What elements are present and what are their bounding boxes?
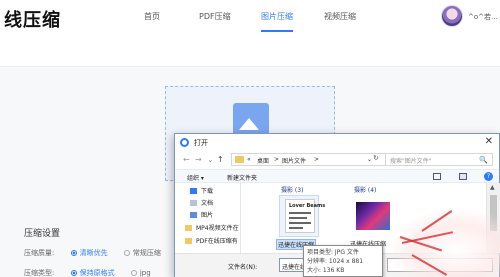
breadcrumb-overflow[interactable]: «: [247, 156, 251, 163]
search-placeholder: 搜索"图片文件": [390, 158, 432, 165]
radio-icon[interactable]: [70, 250, 77, 256]
organize-menu[interactable]: 组织 ▾: [187, 173, 204, 182]
type-option-jpg[interactable]: jpg: [130, 269, 151, 277]
nav-pdf-compress[interactable]: PDF压缩: [199, 11, 231, 22]
search-icon[interactable]: 🔍: [479, 156, 488, 164]
picture-icon: [190, 212, 197, 218]
sidebar-item-downloads[interactable]: 下载: [190, 186, 213, 195]
sidebar-item-pictures[interactable]: 图片: [190, 210, 213, 219]
image-thumbnail: [356, 202, 390, 230]
new-folder-button[interactable]: 新建文件夹: [227, 173, 257, 182]
tooltip-line-size: 大小: 136 KB: [307, 267, 345, 274]
quality-row: 压缩质量: 清晰优先 常规压缩: [24, 248, 161, 258]
help-icon[interactable]: ?: [484, 172, 493, 181]
radio-icon[interactable]: [130, 270, 137, 276]
nav-image-compress[interactable]: 图片压缩: [261, 11, 293, 22]
back-button[interactable]: ←: [183, 155, 190, 164]
breadcrumb-desktop[interactable]: 桌面: [257, 156, 269, 165]
tooltip-line-type: 项目类型: JPG 文件: [307, 249, 359, 256]
image-upload-icon: [233, 103, 269, 135]
site-logo[interactable]: 线压缩: [4, 6, 61, 32]
group-header[interactable]: 摄影 (4): [354, 185, 376, 194]
download-icon: [190, 188, 197, 194]
avatar[interactable]: [441, 5, 463, 27]
nav-video-compress[interactable]: 视频压缩: [324, 11, 356, 22]
view-options-icon[interactable]: [433, 173, 441, 180]
type-label: 压缩类型:: [24, 269, 55, 277]
breadcrumb-image-folder[interactable]: 图片文件: [282, 156, 306, 165]
quality-option-normal[interactable]: 常规压缩: [123, 248, 161, 258]
dialog-toolbar: 组织 ▾ 新建文件夹 ?: [175, 169, 499, 183]
file-thumbnail[interactable]: [352, 195, 392, 237]
username[interactable]: ^o^若...: [468, 12, 498, 22]
navigation-pane: 下载 文档 图片 MP4视频文件在 PDF在线压缩有: [175, 183, 241, 253]
breadcrumb-separator[interactable]: >: [314, 156, 319, 163]
document-icon: [190, 200, 197, 206]
quality-label: 压缩质量:: [24, 249, 55, 257]
filename-label: 文件名(N):: [228, 264, 258, 271]
folder-icon: [185, 238, 192, 244]
file-thumbnail[interactable]: Lover Beams: [279, 195, 325, 237]
folder-icon: [235, 156, 244, 163]
nav-home[interactable]: 首页: [144, 11, 160, 22]
scroll-up-icon[interactable]: ▲: [490, 184, 495, 191]
top-navigation: 线压缩 首页 PDF压缩 图片压缩 视频压缩 ^o^若...: [0, 0, 500, 36]
sidebar-item-pdf-folder[interactable]: PDF在线压缩有: [185, 236, 238, 245]
recent-dropdown[interactable]: ⌄: [207, 155, 214, 164]
up-button[interactable]: ↑: [217, 155, 224, 164]
nav-active-indicator: [261, 30, 293, 32]
tooltip-line-resolution: 分辨率: 1024 x 881: [307, 258, 364, 265]
type-option-original[interactable]: 保持原格式: [70, 268, 115, 277]
group-header[interactable]: 摄影 (3): [281, 185, 303, 194]
forward-button[interactable]: →: [195, 155, 202, 164]
chrome-icon: [180, 138, 189, 147]
address-box[interactable]: « 桌面 > 图片文件 > ⌄: [231, 153, 411, 166]
folder-icon: [185, 225, 192, 231]
quality-option-clear[interactable]: 清晰优先: [70, 248, 108, 258]
sidebar-item-mp4-folder[interactable]: MP4视频文件在: [185, 223, 239, 232]
search-input[interactable]: 搜索"图片文件" 🔍: [385, 153, 493, 166]
image-thumbnail: Lover Beams: [285, 199, 325, 233]
sidebar-item-documents[interactable]: 文档: [190, 198, 213, 207]
radio-icon[interactable]: [70, 270, 77, 276]
radio-icon[interactable]: [123, 250, 130, 256]
address-bar-row: ← → ⌄ ↑ « 桌面 > 图片文件 > ⌄ ↻ 搜索"图片文件" 🔍: [175, 151, 499, 168]
watermark-overlay: [392, 210, 500, 277]
preview-pane-icon[interactable]: [459, 173, 467, 180]
dialog-title: 打开: [194, 139, 208, 147]
address-dropdown[interactable]: ⌄: [367, 156, 372, 163]
close-button[interactable]: ✕: [485, 136, 493, 147]
file-info-tooltip: 项目类型: JPG 文件 分辨率: 1024 x 881 大小: 136 KB: [303, 245, 383, 277]
type-row: 压缩类型: 保持原格式 jpg: [24, 268, 151, 277]
dialog-titlebar[interactable]: 打开 ✕: [175, 134, 499, 151]
thumbnail-title: Lover Beams: [289, 203, 326, 209]
refresh-button[interactable]: ↻: [373, 154, 379, 162]
compress-settings-title: 压缩设置: [24, 229, 61, 239]
breadcrumb-separator[interactable]: >: [274, 156, 279, 163]
